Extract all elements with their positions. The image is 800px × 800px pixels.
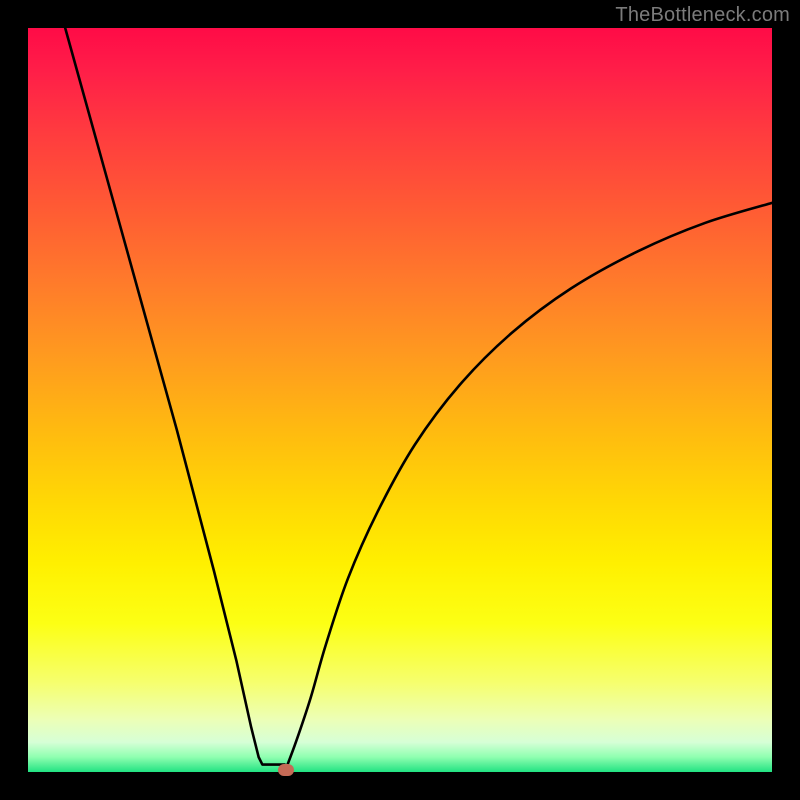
chart-frame: TheBottleneck.com bbox=[0, 0, 800, 800]
optimal-point-marker bbox=[278, 764, 294, 776]
bottleneck-curve bbox=[28, 28, 772, 772]
plot-area bbox=[28, 28, 772, 772]
watermark-text: TheBottleneck.com bbox=[615, 4, 790, 27]
